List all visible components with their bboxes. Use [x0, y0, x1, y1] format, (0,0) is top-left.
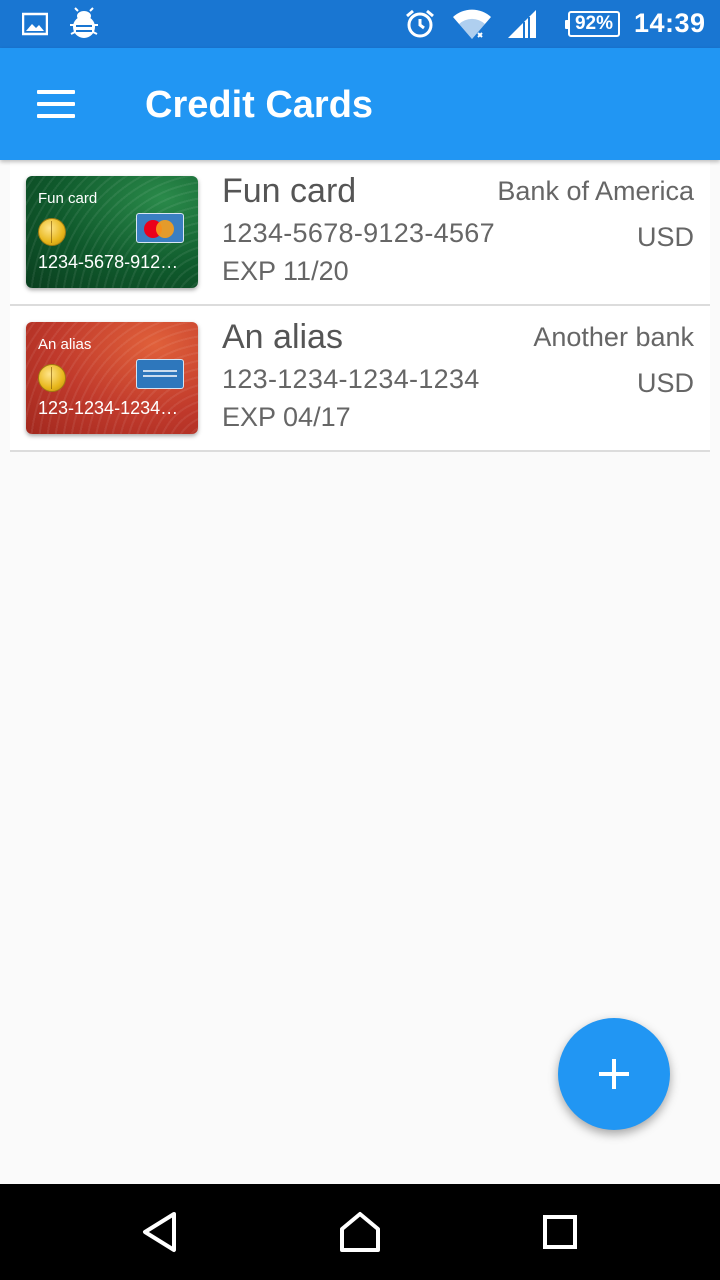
alarm-icon	[404, 0, 436, 48]
gallery-icon	[22, 0, 48, 48]
card-list-item[interactable]: An alias 123-1234-1234… An alias 123-123…	[10, 306, 710, 452]
card-alias: Fun card	[222, 172, 357, 210]
mastercard-logo-icon	[136, 213, 184, 243]
cell-signal-icon	[506, 0, 538, 48]
plus-icon	[599, 1059, 629, 1089]
add-card-button[interactable]	[558, 1018, 670, 1130]
card-bank: Another bank	[533, 322, 694, 352]
app-bar: Credit Cards	[0, 48, 720, 160]
back-icon[interactable]	[100, 1184, 220, 1280]
card-number: 123-1234-1234-1234	[222, 364, 480, 394]
home-icon[interactable]	[300, 1184, 420, 1280]
card-thumbnail-number: 123-1234-1234…	[38, 398, 179, 418]
american-express-logo-icon	[136, 359, 184, 389]
card-currency: USD	[636, 368, 694, 398]
recents-icon[interactable]	[500, 1184, 620, 1280]
card-number: 1234-5678-9123-4567	[222, 218, 495, 248]
wifi-icon	[452, 0, 492, 48]
hamburger-menu-icon[interactable]	[22, 78, 90, 130]
card-bank: Bank of America	[497, 176, 694, 206]
card-thumbnail-number: 1234-5678-912…	[38, 252, 179, 272]
card-thumbnail: Fun card 1234-5678-912…	[26, 176, 198, 288]
card-list-item[interactable]: Fun card 1234-5678-912… Fun card 1234-56…	[10, 160, 710, 306]
card-list: Fun card 1234-5678-912… Fun card 1234-56…	[10, 160, 710, 452]
status-clock: 14:39	[634, 8, 706, 38]
card-thumbnail-alias: Fun card	[38, 190, 98, 207]
page-title: Credit Cards	[145, 84, 374, 126]
status-bar: 92% 14:39	[0, 0, 720, 48]
card-currency: USD	[636, 222, 694, 252]
chip-icon	[38, 218, 66, 246]
battery-indicator: 92%	[565, 11, 620, 37]
card-expiry: EXP 04/17	[222, 402, 351, 432]
card-expiry: EXP 11/20	[222, 256, 349, 286]
card-thumbnail-alias: An alias	[38, 336, 92, 353]
card-thumbnail: An alias 123-1234-1234…	[26, 322, 198, 434]
navigation-bar	[0, 1184, 720, 1280]
card-alias: An alias	[222, 318, 343, 356]
chip-icon	[38, 364, 66, 392]
debug-bug-icon	[68, 0, 100, 48]
